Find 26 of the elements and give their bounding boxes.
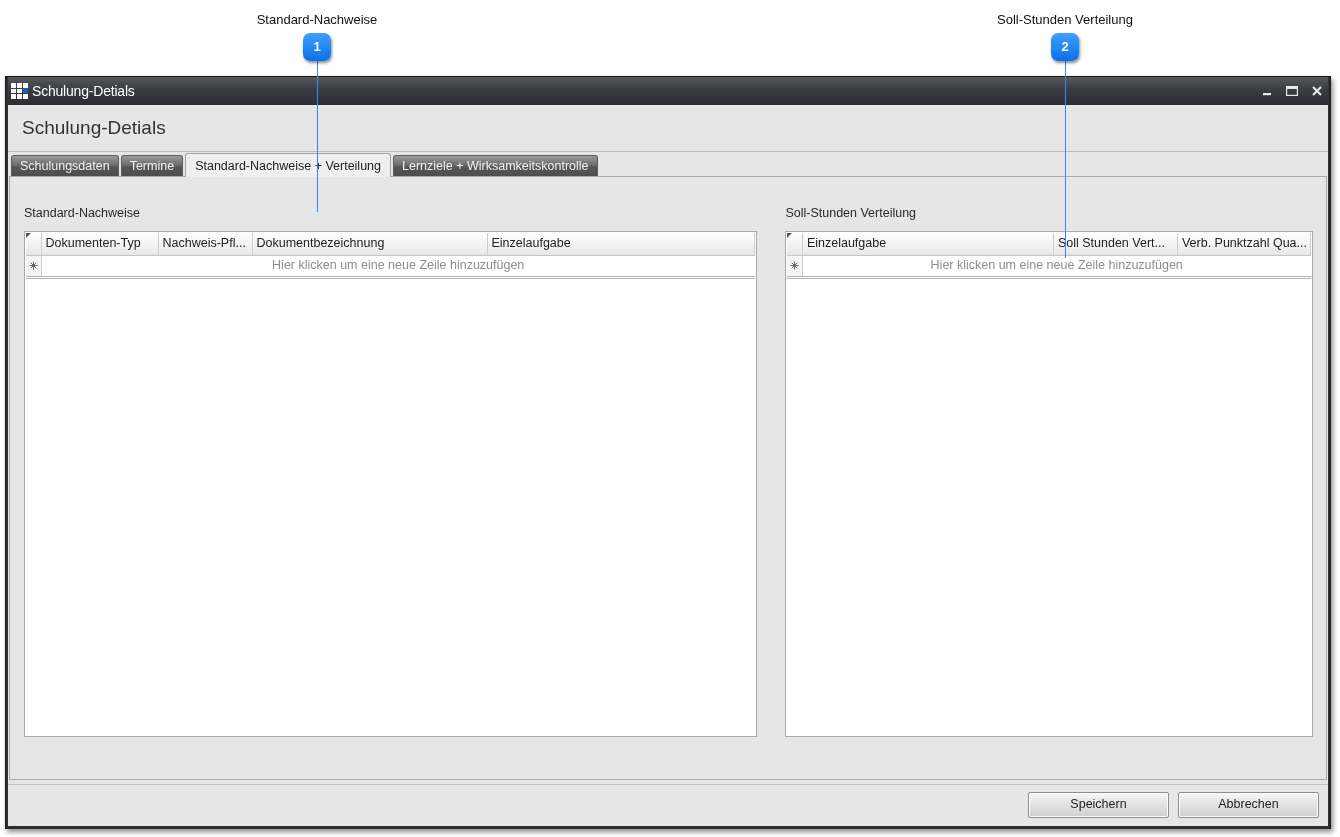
close-icon[interactable] <box>1312 86 1322 96</box>
column-header[interactable]: Dokumenten-Typ <box>41 233 158 255</box>
column-header[interactable]: Nachweis-Pfl... <box>158 233 252 255</box>
callout-label: Standard-Nachweise <box>255 12 379 28</box>
column-header[interactable]: Dokumentbezeichnung <box>252 233 487 255</box>
dialog-button[interactable]: Speichern <box>1028 791 1169 818</box>
callout-label: Soll-Stunden Verteilung <box>996 12 1134 28</box>
window-title: Schulung-Detials <box>32 81 135 101</box>
column-header[interactable]: Einzelaufgabe <box>802 233 1054 255</box>
callout-number: 2 <box>1051 33 1079 61</box>
section-title: Standard-Nachweise <box>24 205 142 221</box>
grid-icon <box>11 83 28 99</box>
tab[interactable]: Schulungsdaten <box>11 155 119 176</box>
asterisk-icon <box>790 261 800 271</box>
callout-number: 1 <box>303 33 331 61</box>
dialog-button[interactable]: Abbrechen <box>1178 791 1319 818</box>
maximize-icon[interactable] <box>1286 86 1298 96</box>
dialog-heading: Schulung-Detials <box>22 115 166 140</box>
tab[interactable]: Termine <box>120 155 184 176</box>
tab[interactable]: Lernziele + Wirksamkeitskontrolle <box>393 155 598 176</box>
column-header[interactable]: Einzelaufgabe <box>487 233 755 255</box>
column-header[interactable]: Verb. Punktzahl Qua... <box>1177 233 1311 255</box>
section-title: Soll-Stunden Verteilung <box>785 205 918 221</box>
asterisk-icon <box>28 261 38 271</box>
corner-icon <box>787 233 793 238</box>
corner-icon <box>26 233 31 238</box>
